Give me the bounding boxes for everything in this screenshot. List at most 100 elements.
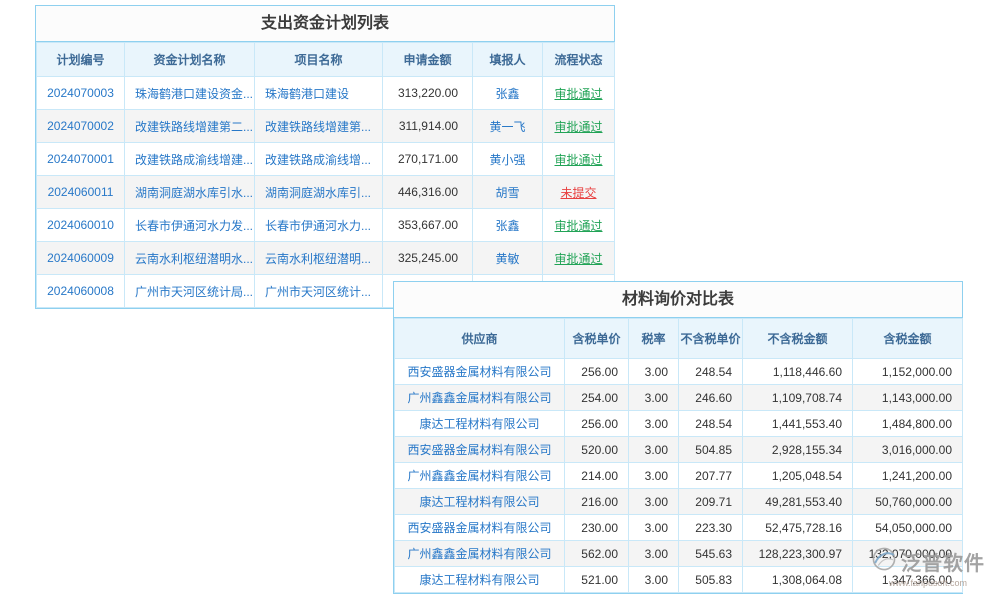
amount-tax-cell: 54,050,000.00 [853,515,963,541]
project-name-link[interactable]: 广州市天河区统计... [255,275,383,308]
price-net-cell: 248.54 [679,359,743,385]
plan-table-card: 支出资金计划列表 计划编号 资金计划名称 项目名称 申请金额 填报人 流程状态 … [35,5,615,309]
amount-tax-cell: 3,016,000.00 [853,437,963,463]
amount-cell: 270,171.00 [383,143,473,176]
amount-cell: 311,914.00 [383,110,473,143]
plan-name-link[interactable]: 改建铁路线增建第二... [125,110,255,143]
vendor-watermark: 泛普软件 www.fanpusoft.com [862,546,994,588]
price-tax-cell: 256.00 [565,411,629,437]
amount-cell: 325,245.00 [383,242,473,275]
table-row[interactable]: 2024060010 长春市伊通河水力发... 长春市伊通河水力... 353,… [37,209,615,242]
amount-tax-cell: 1,152,000.00 [853,359,963,385]
plan-id-link[interactable]: 2024060008 [37,275,125,308]
amount-net-cell: 1,118,446.60 [743,359,853,385]
plan-id-link[interactable]: 2024070003 [37,77,125,110]
table-row[interactable]: 广州鑫鑫金属材料有限公司 254.00 3.00 246.60 1,109,70… [395,385,963,411]
status-link[interactable]: 审批通过 [554,153,602,167]
supplier-link[interactable]: 广州鑫鑫金属材料有限公司 [395,463,565,489]
table-row[interactable]: 2024070001 改建铁路成渝线增建... 改建铁路成渝线增... 270,… [37,143,615,176]
supplier-link[interactable]: 广州鑫鑫金属材料有限公司 [395,541,565,567]
column-header-plan-id: 计划编号 [37,43,125,77]
plan-name-link[interactable]: 云南水利枢纽潜明水... [125,242,255,275]
column-header-plan-name: 资金计划名称 [125,43,255,77]
price-net-cell: 209.71 [679,489,743,515]
column-header-supplier: 供应商 [395,319,565,359]
table-row[interactable]: 广州鑫鑫金属材料有限公司 214.00 3.00 207.77 1,205,04… [395,463,963,489]
plan-name-link[interactable]: 珠海鹤港口建设资金... [125,77,255,110]
amount-net-cell: 1,205,048.54 [743,463,853,489]
table-row[interactable]: 西安盛器金属材料有限公司 230.00 3.00 223.30 52,475,7… [395,515,963,541]
status-link[interactable]: 审批通过 [554,252,602,266]
amount-net-cell: 2,928,155.34 [743,437,853,463]
amount-net-cell: 1,308,064.08 [743,567,853,593]
status-link[interactable]: 审批通过 [554,87,602,101]
plan-name-link[interactable]: 改建铁路成渝线增建... [125,143,255,176]
person-cell: 黄一飞 [473,110,543,143]
amount-cell: 353,667.00 [383,209,473,242]
rate-cell: 3.00 [629,515,679,541]
column-header-amount-net: 不含税金额 [743,319,853,359]
price-tax-cell: 214.00 [565,463,629,489]
plan-id-link[interactable]: 2024060011 [37,176,125,209]
project-name-link[interactable]: 改建铁路线增建第... [255,110,383,143]
amount-tax-cell: 1,484,800.00 [853,411,963,437]
table-row[interactable]: 康达工程材料有限公司 256.00 3.00 248.54 1,441,553.… [395,411,963,437]
price-tax-cell: 216.00 [565,489,629,515]
plan-id-link[interactable]: 2024070002 [37,110,125,143]
supplier-link[interactable]: 康达工程材料有限公司 [395,489,565,515]
supplier-link[interactable]: 西安盛器金属材料有限公司 [395,359,565,385]
status-link[interactable]: 审批通过 [554,120,602,134]
amount-net-cell: 49,281,553.40 [743,489,853,515]
person-cell: 张鑫 [473,77,543,110]
table-row[interactable]: 2024070002 改建铁路线增建第二... 改建铁路线增建第... 311,… [37,110,615,143]
plan-id-link[interactable]: 2024070001 [37,143,125,176]
table-row[interactable]: 2024060009 云南水利枢纽潜明水... 云南水利枢纽潜明... 325,… [37,242,615,275]
supplier-link[interactable]: 康达工程材料有限公司 [395,411,565,437]
price-tax-cell: 254.00 [565,385,629,411]
price-net-cell: 248.54 [679,411,743,437]
price-tax-cell: 256.00 [565,359,629,385]
status-link[interactable]: 审批通过 [554,219,602,233]
price-net-cell: 505.83 [679,567,743,593]
status-link[interactable]: 未提交 [560,186,596,200]
price-tax-cell: 520.00 [565,437,629,463]
amount-net-cell: 128,223,300.97 [743,541,853,567]
table-row[interactable]: 2024070003 珠海鹤港口建设资金... 珠海鹤港口建设 313,220.… [37,77,615,110]
table-row[interactable]: 西安盛器金属材料有限公司 256.00 3.00 248.54 1,118,44… [395,359,963,385]
amount-tax-cell: 1,143,000.00 [853,385,963,411]
price-tax-cell: 230.00 [565,515,629,541]
table-row[interactable]: 2024060011 湖南洞庭湖水库引水... 湖南洞庭湖水库引... 446,… [37,176,615,209]
project-name-link[interactable]: 湖南洞庭湖水库引... [255,176,383,209]
column-header-price-net: 不含税单价 [679,319,743,359]
person-cell: 胡雪 [473,176,543,209]
vendor-brand-text: 泛普软件 [901,547,985,576]
rate-cell: 3.00 [629,567,679,593]
price-tax-cell: 521.00 [565,567,629,593]
plan-id-link[interactable]: 2024060009 [37,242,125,275]
plan-table: 计划编号 资金计划名称 项目名称 申请金额 填报人 流程状态 202407000… [36,42,615,308]
project-name-link[interactable]: 改建铁路成渝线增... [255,143,383,176]
rate-cell: 3.00 [629,541,679,567]
table-row[interactable]: 西安盛器金属材料有限公司 520.00 3.00 504.85 2,928,15… [395,437,963,463]
column-header-amount: 申请金额 [383,43,473,77]
supplier-link[interactable]: 康达工程材料有限公司 [395,567,565,593]
project-name-link[interactable]: 云南水利枢纽潜明... [255,242,383,275]
amount-net-cell: 1,109,708.74 [743,385,853,411]
plan-id-link[interactable]: 2024060010 [37,209,125,242]
project-name-link[interactable]: 长春市伊通河水力... [255,209,383,242]
supplier-link[interactable]: 西安盛器金属材料有限公司 [395,515,565,541]
amount-net-cell: 1,441,553.40 [743,411,853,437]
table-row[interactable]: 康达工程材料有限公司 216.00 3.00 209.71 49,281,553… [395,489,963,515]
project-name-link[interactable]: 珠海鹤港口建设 [255,77,383,110]
plan-table-header-row: 计划编号 资金计划名称 项目名称 申请金额 填报人 流程状态 [37,43,615,77]
plan-name-link[interactable]: 长春市伊通河水力发... [125,209,255,242]
person-cell: 张鑫 [473,209,543,242]
supplier-link[interactable]: 广州鑫鑫金属材料有限公司 [395,385,565,411]
plan-name-link[interactable]: 湖南洞庭湖水库引水... [125,176,255,209]
price-net-cell: 504.85 [679,437,743,463]
rate-cell: 3.00 [629,385,679,411]
plan-name-link[interactable]: 广州市天河区统计局... [125,275,255,308]
supplier-link[interactable]: 西安盛器金属材料有限公司 [395,437,565,463]
rate-cell: 3.00 [629,437,679,463]
rate-cell: 3.00 [629,489,679,515]
